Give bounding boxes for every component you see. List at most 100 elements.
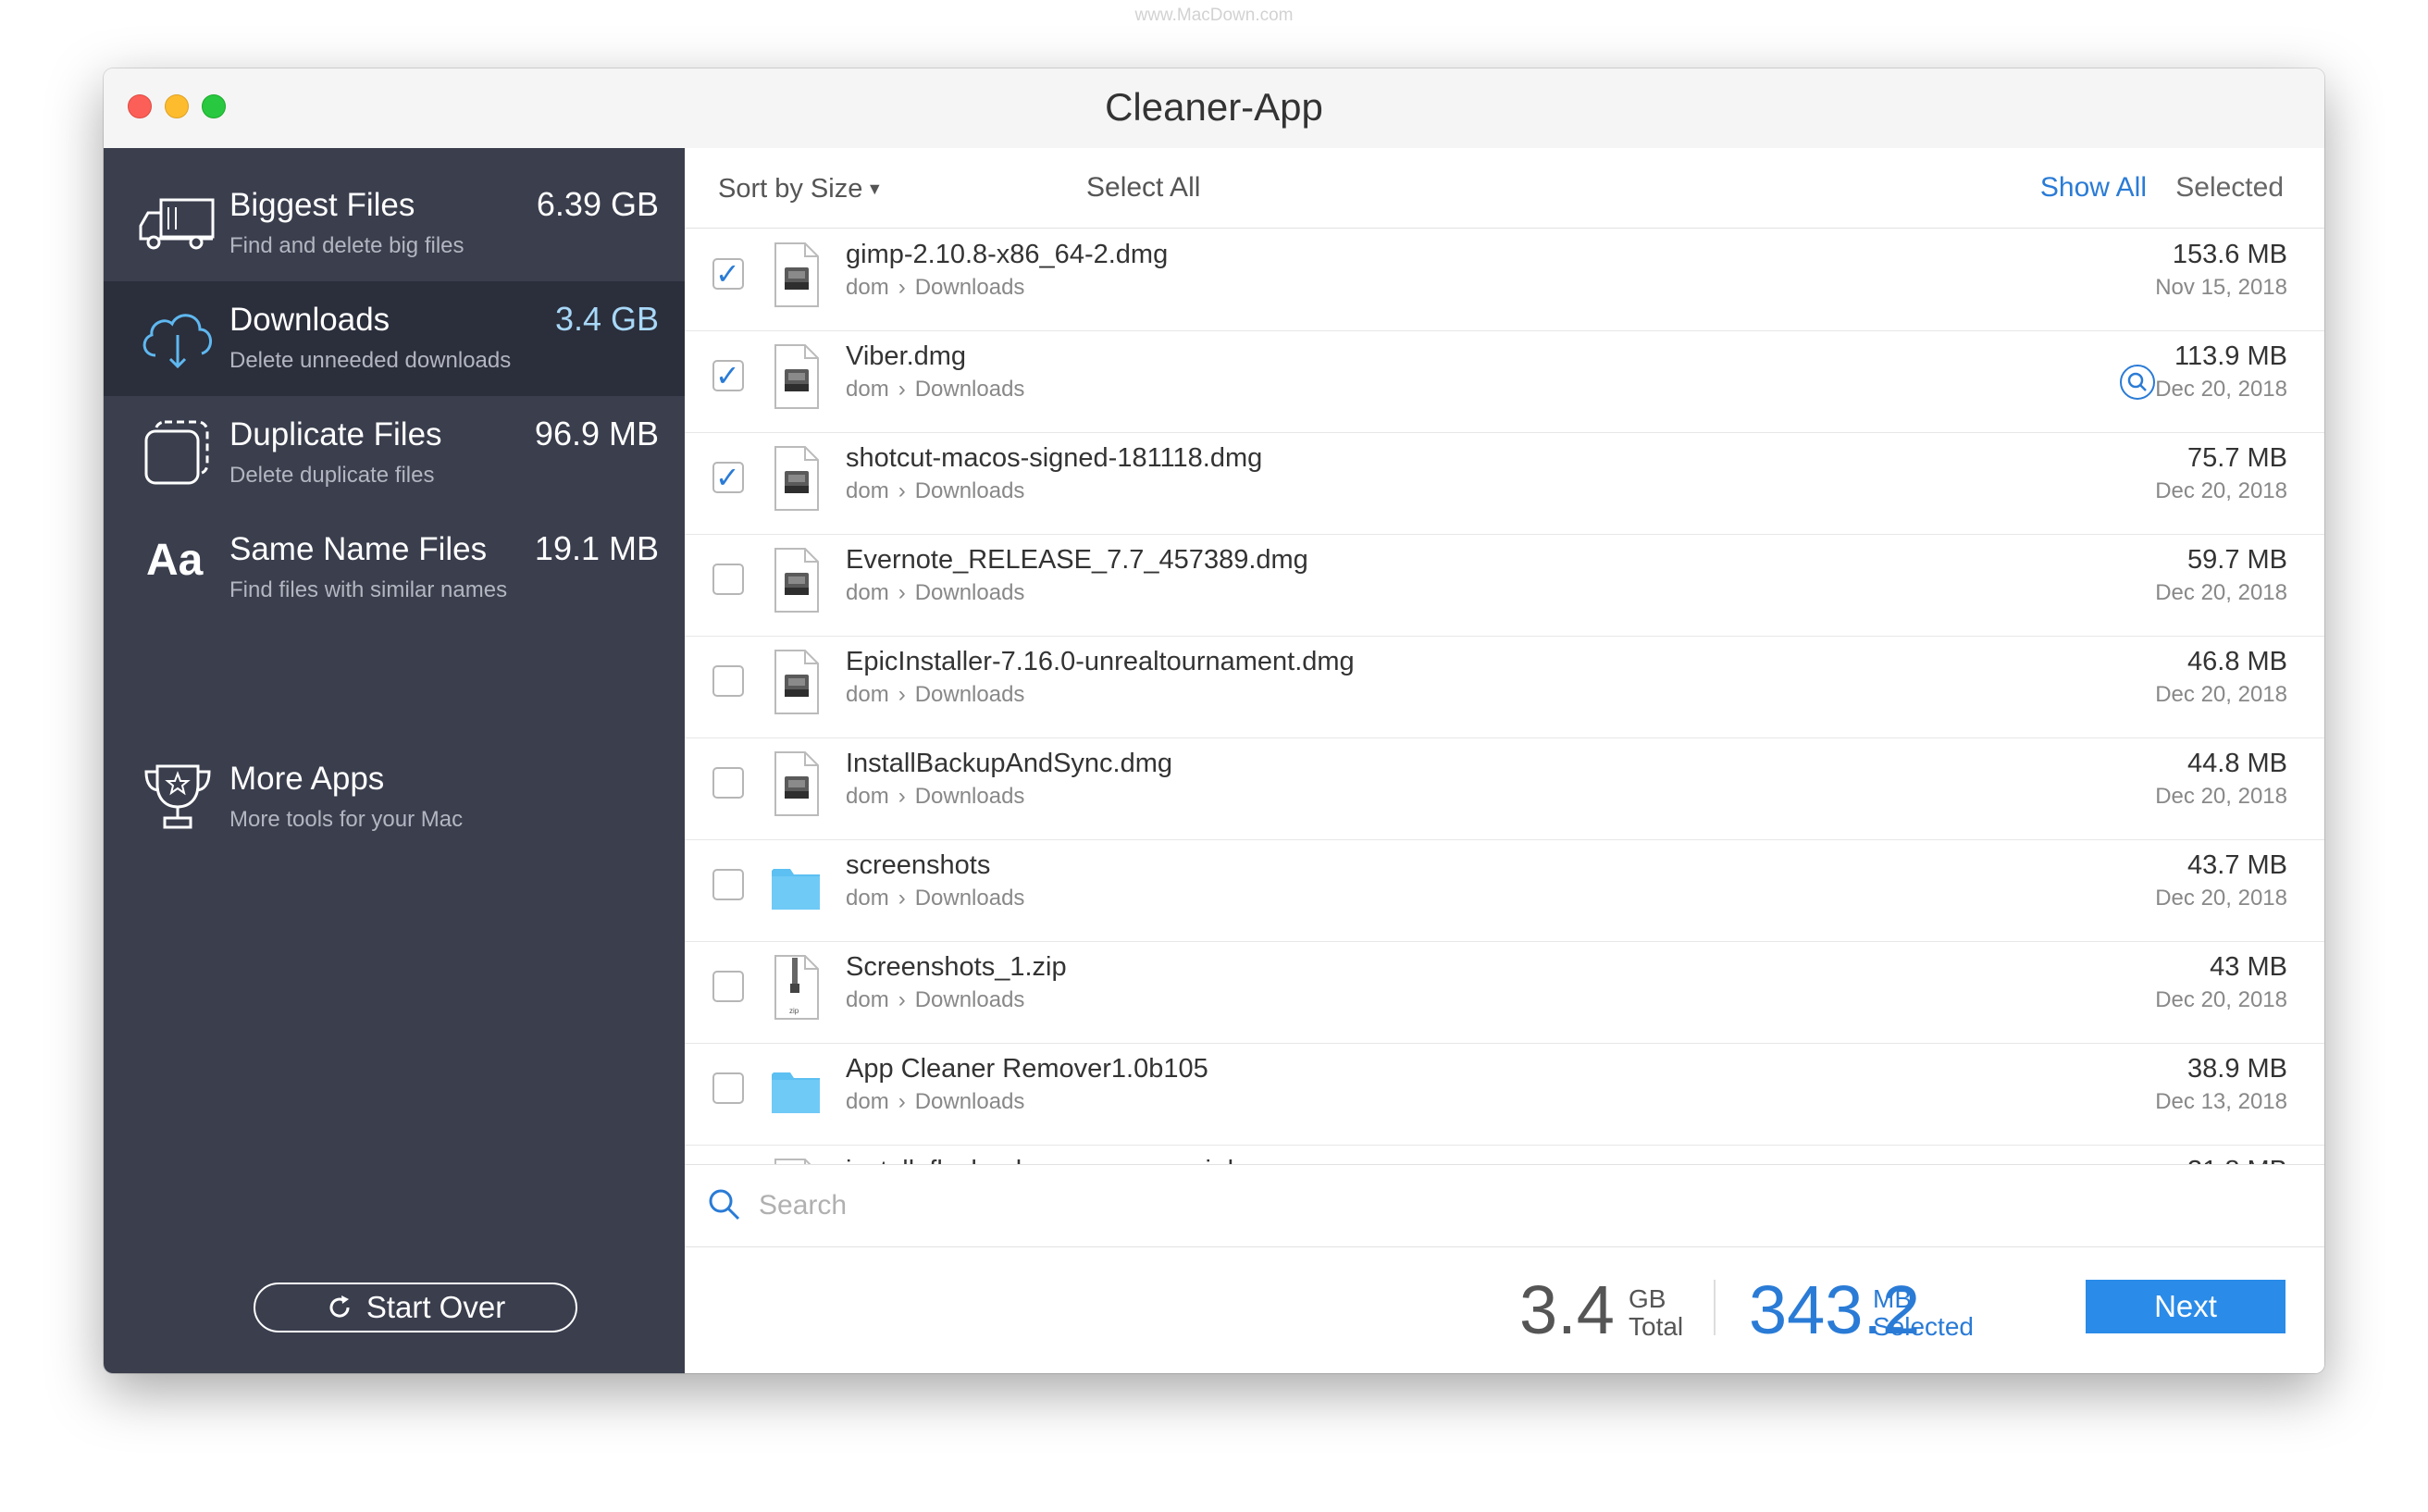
file-size: 46.8 MB xyxy=(2187,647,2287,676)
sidebar-item-duplicate-files[interactable]: Duplicate Files Delete duplicate files 9… xyxy=(104,396,685,511)
sort-dropdown[interactable]: Sort by Size ▼ xyxy=(718,174,883,204)
next-button[interactable]: Next xyxy=(2086,1280,2286,1333)
file-row[interactable]: ✓ Viber.dmg dom › Downloads 113.9 MB Dec 20, 2… xyxy=(685,330,2324,433)
file-date: Dec 20, 2018 xyxy=(2155,377,2287,402)
selected-unit: MB xyxy=(1873,1284,1912,1313)
path-owner: dom xyxy=(846,784,889,809)
file-checkbox[interactable]: ✓ xyxy=(712,461,744,494)
file-row[interactable]: ✓ shotcut-macos-signed-181118.dmg dom › Down… xyxy=(685,432,2324,535)
file-path: dom › Downloads xyxy=(846,275,1024,301)
sidebar-item-label: Same Name Files xyxy=(229,531,488,567)
file-row[interactable]: install_flash_player_osx_ppapi.dmgdom›Do… xyxy=(685,1145,2324,1164)
file-checkbox[interactable] xyxy=(712,665,744,697)
sidebar-item-label: Biggest Files xyxy=(229,187,415,223)
file-size: 59.7 MB xyxy=(2187,545,2287,575)
file-row[interactable]: Evernote_RELEASE_7.7_457389.dmg dom › Downl… xyxy=(685,534,2324,637)
summary-footer: 3.4 GB Total 343.2 MB Selected Next xyxy=(685,1246,2324,1373)
show-all-tab[interactable]: Show All xyxy=(2040,172,2147,204)
path-separator: › xyxy=(898,886,906,911)
total-size-unit: GB Total xyxy=(1629,1285,1683,1341)
reveal-in-finder-icon[interactable] xyxy=(2119,364,2156,401)
selected-size-unit: MB Selected xyxy=(1873,1285,1974,1341)
checkmark-icon: ✓ xyxy=(715,257,740,291)
file-path: dom › Downloads xyxy=(846,886,1024,911)
file-name: InstallBackupAndSync.dmg xyxy=(846,749,1173,778)
disk-image-icon xyxy=(774,548,819,613)
sidebar-item-label: Downloads xyxy=(229,302,390,338)
sidebar-item-subtitle: Delete duplicate files xyxy=(229,463,435,488)
disk-image-icon xyxy=(774,751,819,816)
search-input[interactable] xyxy=(757,1182,1778,1230)
sidebar-item-subtitle: More tools for your Mac xyxy=(229,807,464,832)
file-date: Dec 20, 2018 xyxy=(2155,784,2287,809)
path-folder: Downloads xyxy=(914,377,1025,402)
path-folder: Downloads xyxy=(914,275,1025,300)
main-panel: Sort by Size ▼ Select All Show All Select… xyxy=(685,148,2324,1373)
file-name: screenshots xyxy=(846,850,991,880)
file-date: Nov 15, 2018 xyxy=(2155,275,2287,300)
sidebar-item-label: More Apps xyxy=(229,761,385,797)
file-path: dom › Downloads xyxy=(846,1089,1024,1115)
path-owner: dom xyxy=(846,886,889,911)
path-separator: › xyxy=(898,275,906,300)
disk-image-icon xyxy=(774,242,819,307)
file-row[interactable]: EpicInstaller-7.16.0-unrealtournament.dm… xyxy=(685,636,2324,738)
file-checkbox[interactable] xyxy=(712,869,744,900)
sidebar-item-subtitle: Find and delete big files xyxy=(229,233,465,258)
file-checkbox[interactable] xyxy=(712,1072,744,1104)
file-date: Dec 20, 2018 xyxy=(2155,987,2287,1012)
path-owner: dom xyxy=(846,478,889,503)
file-row[interactable]: InstallBackupAndSync.dmg dom › Downloads 44.… xyxy=(685,737,2324,840)
file-checkbox[interactable] xyxy=(712,564,744,595)
file-size: 38.9 MB xyxy=(2187,1054,2287,1084)
file-path: dom › Downloads xyxy=(846,580,1024,606)
file-name: EpicInstaller-7.16.0-unrealtournament.dm… xyxy=(846,647,1355,676)
selected-tab[interactable]: Selected xyxy=(2175,172,2284,204)
file-checkbox[interactable] xyxy=(712,767,744,799)
file-path: dom › Downloads xyxy=(846,987,1024,1013)
path-folder: Downloads xyxy=(914,1089,1025,1114)
search-icon xyxy=(709,1189,740,1221)
aa-icon: Aa xyxy=(146,536,204,585)
caret-down-icon: ▼ xyxy=(866,180,884,198)
path-owner: dom xyxy=(846,580,889,605)
file-date: Dec 13, 2018 xyxy=(2155,1089,2287,1114)
file-checkbox[interactable] xyxy=(712,971,744,1002)
file-date: Dec 20, 2018 xyxy=(2155,478,2287,503)
sidebar-item-biggest-files[interactable]: Biggest Files Find and delete big files … xyxy=(104,167,685,281)
sidebar-item-same-name-files[interactable]: Aa Same Name Files Find files with simil… xyxy=(104,511,685,626)
file-size: 44.8 MB xyxy=(2187,749,2287,778)
sidebar-item-size: 3.4 GB xyxy=(554,300,659,338)
checkmark-icon: ✓ xyxy=(715,461,740,494)
watermark: www.MacDown.com xyxy=(1134,6,1294,25)
sidebar-item-downloads[interactable]: Downloads Delete unneeded downloads 3.4 … xyxy=(104,281,685,396)
file-row[interactable]: App Cleaner Remover1.0b105 dom › Downloads 3… xyxy=(685,1043,2324,1146)
path-separator: › xyxy=(898,682,906,707)
file-row[interactable]: zip Screenshots_1.zip dom › Downloads 43 MB De… xyxy=(685,941,2324,1044)
sidebar-item-more-apps[interactable]: More Apps More tools for your Mac xyxy=(104,740,685,855)
file-size: 31.8 MB xyxy=(2187,1156,2287,1164)
path-separator: › xyxy=(898,478,906,503)
path-folder: Downloads xyxy=(914,886,1025,911)
window-title: Cleaner-App xyxy=(1105,85,1323,129)
select-all-button[interactable]: Select All xyxy=(1086,172,1200,204)
file-list: ✓ gimp-2.10.8-x86_64-2.dmg dom › Downloads 15… xyxy=(685,229,2324,1164)
disk-image-icon xyxy=(774,1159,811,1164)
file-row[interactable]: ✓ gimp-2.10.8-x86_64-2.dmg dom › Downloads 15… xyxy=(685,229,2324,331)
path-owner: dom xyxy=(846,1089,889,1114)
file-name: Screenshots_1.zip xyxy=(846,952,1067,982)
file-checkbox[interactable]: ✓ xyxy=(712,257,744,291)
file-date: Dec 20, 2018 xyxy=(2155,682,2287,707)
cloud-download-icon xyxy=(142,314,212,369)
start-over-button[interactable]: Start Over xyxy=(254,1283,577,1332)
file-row[interactable]: screenshots dom › Downloads 43.7 MB Dec 20, 2… xyxy=(685,839,2324,942)
file-path: dom › Downloads xyxy=(846,784,1024,810)
path-folder: Downloads xyxy=(914,987,1025,1012)
start-over-label: Start Over xyxy=(365,1290,506,1324)
sidebar-item-size: 6.39 GB xyxy=(536,185,659,223)
file-path: dom › Downloads xyxy=(846,682,1024,708)
file-checkbox[interactable]: ✓ xyxy=(712,359,744,392)
file-path: dom › Downloads xyxy=(846,478,1024,504)
file-date: Dec 20, 2018 xyxy=(2155,886,2287,911)
selected-label: Selected xyxy=(1873,1312,1974,1341)
